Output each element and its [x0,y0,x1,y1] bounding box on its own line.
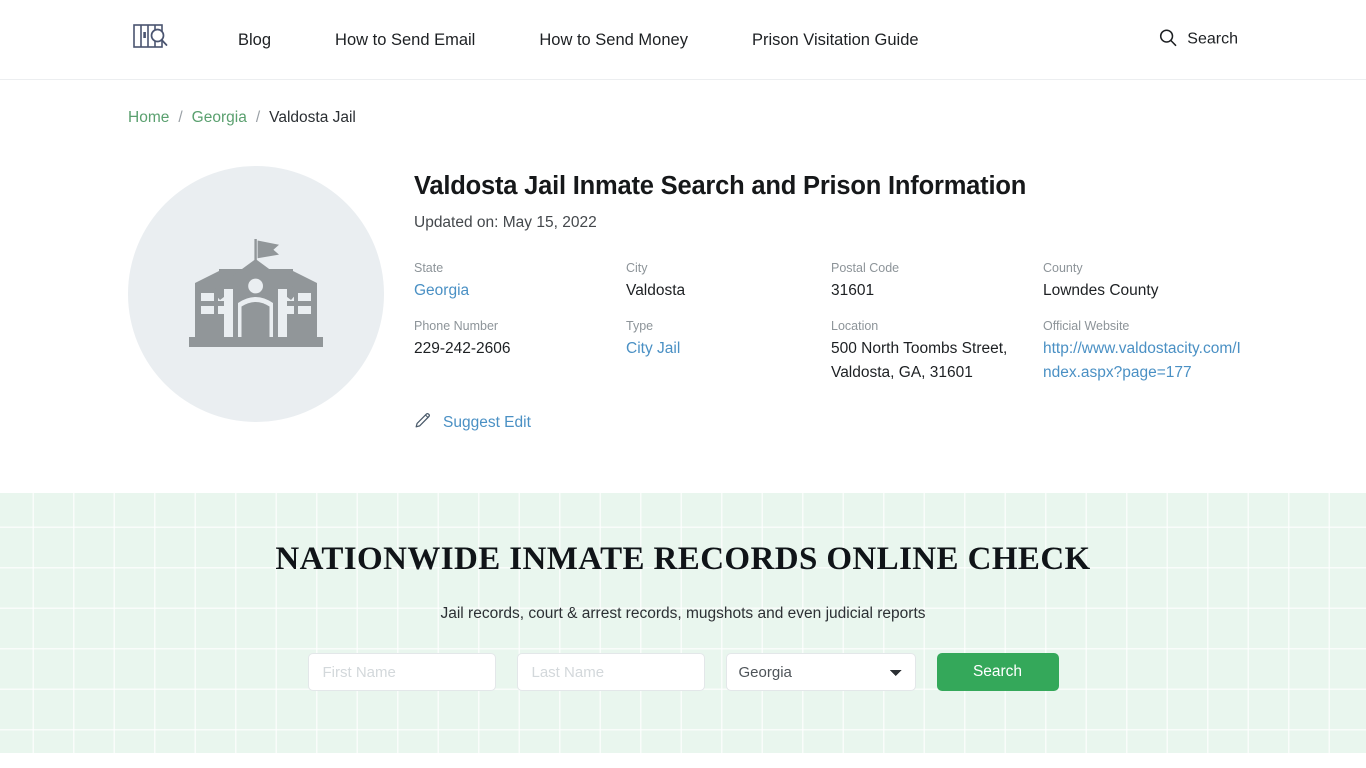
nav-item-blog[interactable]: Blog [206,20,303,60]
primary-nav: Blog How to Send Email How to Send Money… [206,20,951,60]
fact-link-type[interactable]: City Jail [626,340,680,357]
nav-item-prison-visitation-guide[interactable]: Prison Visitation Guide [720,20,951,60]
fact-value: 31601 [831,282,875,299]
search-submit-button[interactable]: Search [936,653,1059,691]
fact-county: County Lowndes County [1043,259,1255,303]
header-search-label: Search [1187,30,1238,48]
fact-postal-code: Postal Code 31601 [831,259,1043,303]
breadcrumb: Home / Georgia / Valdosta Jail [128,108,1238,128]
fact-value: Georgia [414,279,626,303]
nationwide-records-section: NATIONWIDE INMATE RECORDS ONLINE CHECK J… [0,493,1366,753]
fact-type: Type City Jail [626,317,831,385]
inmate-search-form: Georgia Search [307,653,1059,691]
fact-location: Location 500 North Toombs Street, Valdos… [831,317,1043,385]
fact-city: City Valdosta [626,259,831,303]
nav-link-label[interactable]: How to Send Money [507,20,720,60]
breadcrumb-item-home[interactable]: Home [128,108,169,128]
fact-value: Lowndes County [1043,282,1159,299]
pencil-icon [414,411,432,434]
suggest-edit-button[interactable]: Suggest Edit [414,411,531,434]
jail-info-section: Valdosta Jail Inmate Search and Prison I… [0,128,1366,434]
fact-value: 500 North Toombs Street, Valdosta, GA, 3… [831,340,1008,381]
last-name-input[interactable] [516,653,705,691]
suggest-edit-label: Suggest Edit [443,413,531,431]
fact-label: Type [626,319,654,333]
institutional-building-icon [185,233,327,356]
site-logo[interactable] [128,20,174,60]
fact-state: State Georgia [414,259,626,303]
breadcrumb-separator: / [255,109,261,126]
breadcrumb-item-georgia[interactable]: Georgia [192,108,247,128]
fact-official-website: Official Website http://www.valdostacity… [1043,317,1255,385]
breadcrumb-separator: / [178,109,183,126]
nav-item-how-to-send-email[interactable]: How to Send Email [303,20,507,60]
first-name-input[interactable] [307,653,496,691]
nav-link-label[interactable]: Blog [206,20,303,60]
state-select[interactable]: Georgia [725,653,916,691]
fact-value: 229-242-2606 [414,340,511,357]
records-subtitle: Jail records, court & arrest records, mu… [440,605,926,622]
jail-facts-grid: State Georgia City Valdosta Postal Code … [414,259,1255,385]
fact-label: Postal Code [831,261,900,275]
jail-details: Valdosta Jail Inmate Search and Prison I… [384,166,1255,434]
fact-phone-number: Phone Number 229-242-2606 [414,317,626,385]
fact-label: Location [831,319,879,333]
fact-label: City [626,261,648,275]
fact-link-state[interactable]: Georgia [414,282,469,299]
records-title: NATIONWIDE INMATE RECORDS ONLINE CHECK [275,541,1091,577]
fact-label: County [1043,261,1083,275]
page-title: Valdosta Jail Inmate Search and Prison I… [414,172,1027,200]
fact-label: State [414,261,444,275]
fact-label: Phone Number [414,319,499,333]
prison-bars-search-logo [132,21,170,58]
nav-link-label[interactable]: Prison Visitation Guide [720,20,951,60]
fact-value: Valdosta [626,282,686,299]
fact-link-official-website[interactable]: http://www.valdostacity.com/Index.aspx?p… [1043,340,1241,381]
header-search-toggle[interactable]: Search [1159,28,1238,51]
nav-link-label[interactable]: How to Send Email [303,20,507,60]
search-icon [1159,28,1177,51]
site-header: Blog How to Send Email How to Send Money… [0,0,1366,80]
jail-thumbnail [128,166,384,422]
fact-label: Official Website [1043,319,1130,333]
fact-value: http://www.valdostacity.com/Index.aspx?p… [1043,337,1255,385]
fact-value: City Jail [626,337,831,361]
breadcrumb-item-current: Valdosta Jail [269,109,356,126]
last-updated-text: Updated on: May 15, 2022 [414,214,597,231]
nav-item-how-to-send-money[interactable]: How to Send Money [507,20,720,60]
breadcrumb-wrap: Home / Georgia / Valdosta Jail [0,80,1366,128]
